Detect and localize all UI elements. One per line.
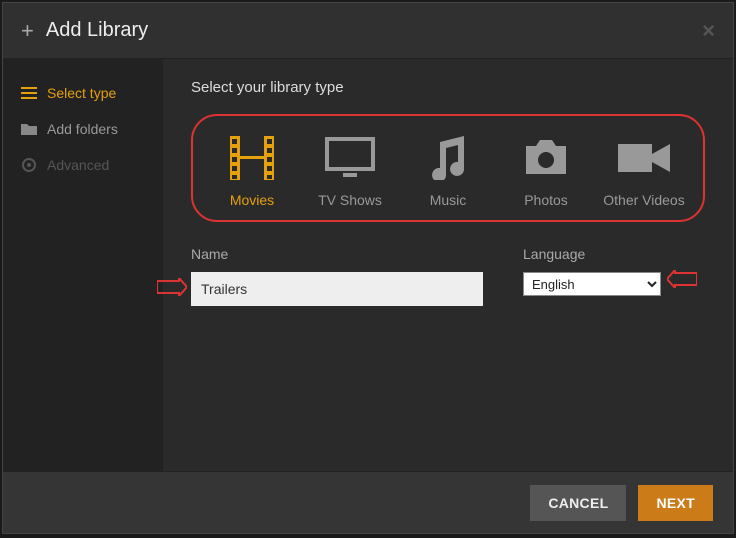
type-label: TV Shows — [302, 192, 398, 208]
dialog-footer: CANCEL NEXT — [3, 471, 733, 533]
name-input[interactable] — [191, 272, 483, 306]
sidebar-item-select-type[interactable]: Select type — [3, 75, 163, 111]
sidebar: Select type Add folders Advanced — [3, 59, 163, 471]
fields-row: Name Language English — [191, 246, 705, 306]
type-music[interactable]: Music — [400, 134, 496, 208]
music-icon — [400, 134, 496, 182]
language-select[interactable]: English — [523, 272, 661, 296]
type-label: Music — [400, 192, 496, 208]
camera-icon — [498, 134, 594, 182]
folder-icon — [21, 122, 37, 136]
video-icon — [596, 134, 692, 182]
dialog-body: Select type Add folders Advanced Select … — [3, 59, 733, 471]
type-label: Other Videos — [596, 192, 692, 208]
language-label: Language — [523, 246, 661, 262]
list-icon — [21, 86, 37, 100]
sidebar-item-add-folders[interactable]: Add folders — [3, 111, 163, 147]
annotation-arrow-icon — [667, 270, 697, 293]
name-field: Name — [191, 246, 483, 306]
add-library-dialog: + Add Library × Select type Add folders — [2, 2, 734, 534]
type-label: Photos — [498, 192, 594, 208]
annotation-arrow-icon — [157, 278, 187, 301]
gear-icon — [21, 157, 37, 173]
plus-icon: + — [21, 18, 34, 44]
sidebar-item-label: Add folders — [47, 121, 118, 137]
movies-icon — [204, 134, 300, 182]
type-movies[interactable]: Movies — [204, 134, 300, 208]
sidebar-item-label: Advanced — [47, 157, 109, 173]
section-title: Select your library type — [191, 79, 705, 96]
language-field: Language English — [523, 246, 661, 306]
sidebar-item-label: Select type — [47, 85, 116, 101]
library-type-row: Movies TV Shows Music — [191, 114, 705, 222]
type-tvshows[interactable]: TV Shows — [302, 134, 398, 208]
sidebar-item-advanced[interactable]: Advanced — [3, 147, 163, 183]
dialog-title: Add Library — [46, 19, 702, 42]
next-button[interactable]: NEXT — [638, 485, 713, 521]
type-photos[interactable]: Photos — [498, 134, 594, 208]
type-label: Movies — [204, 192, 300, 208]
dialog-header: + Add Library × — [3, 3, 733, 59]
tv-icon — [302, 134, 398, 182]
cancel-button[interactable]: CANCEL — [530, 485, 626, 521]
main-panel: Select your library type — [163, 59, 733, 471]
type-other-videos[interactable]: Other Videos — [596, 134, 692, 208]
close-icon[interactable]: × — [702, 18, 715, 44]
name-label: Name — [191, 246, 483, 262]
